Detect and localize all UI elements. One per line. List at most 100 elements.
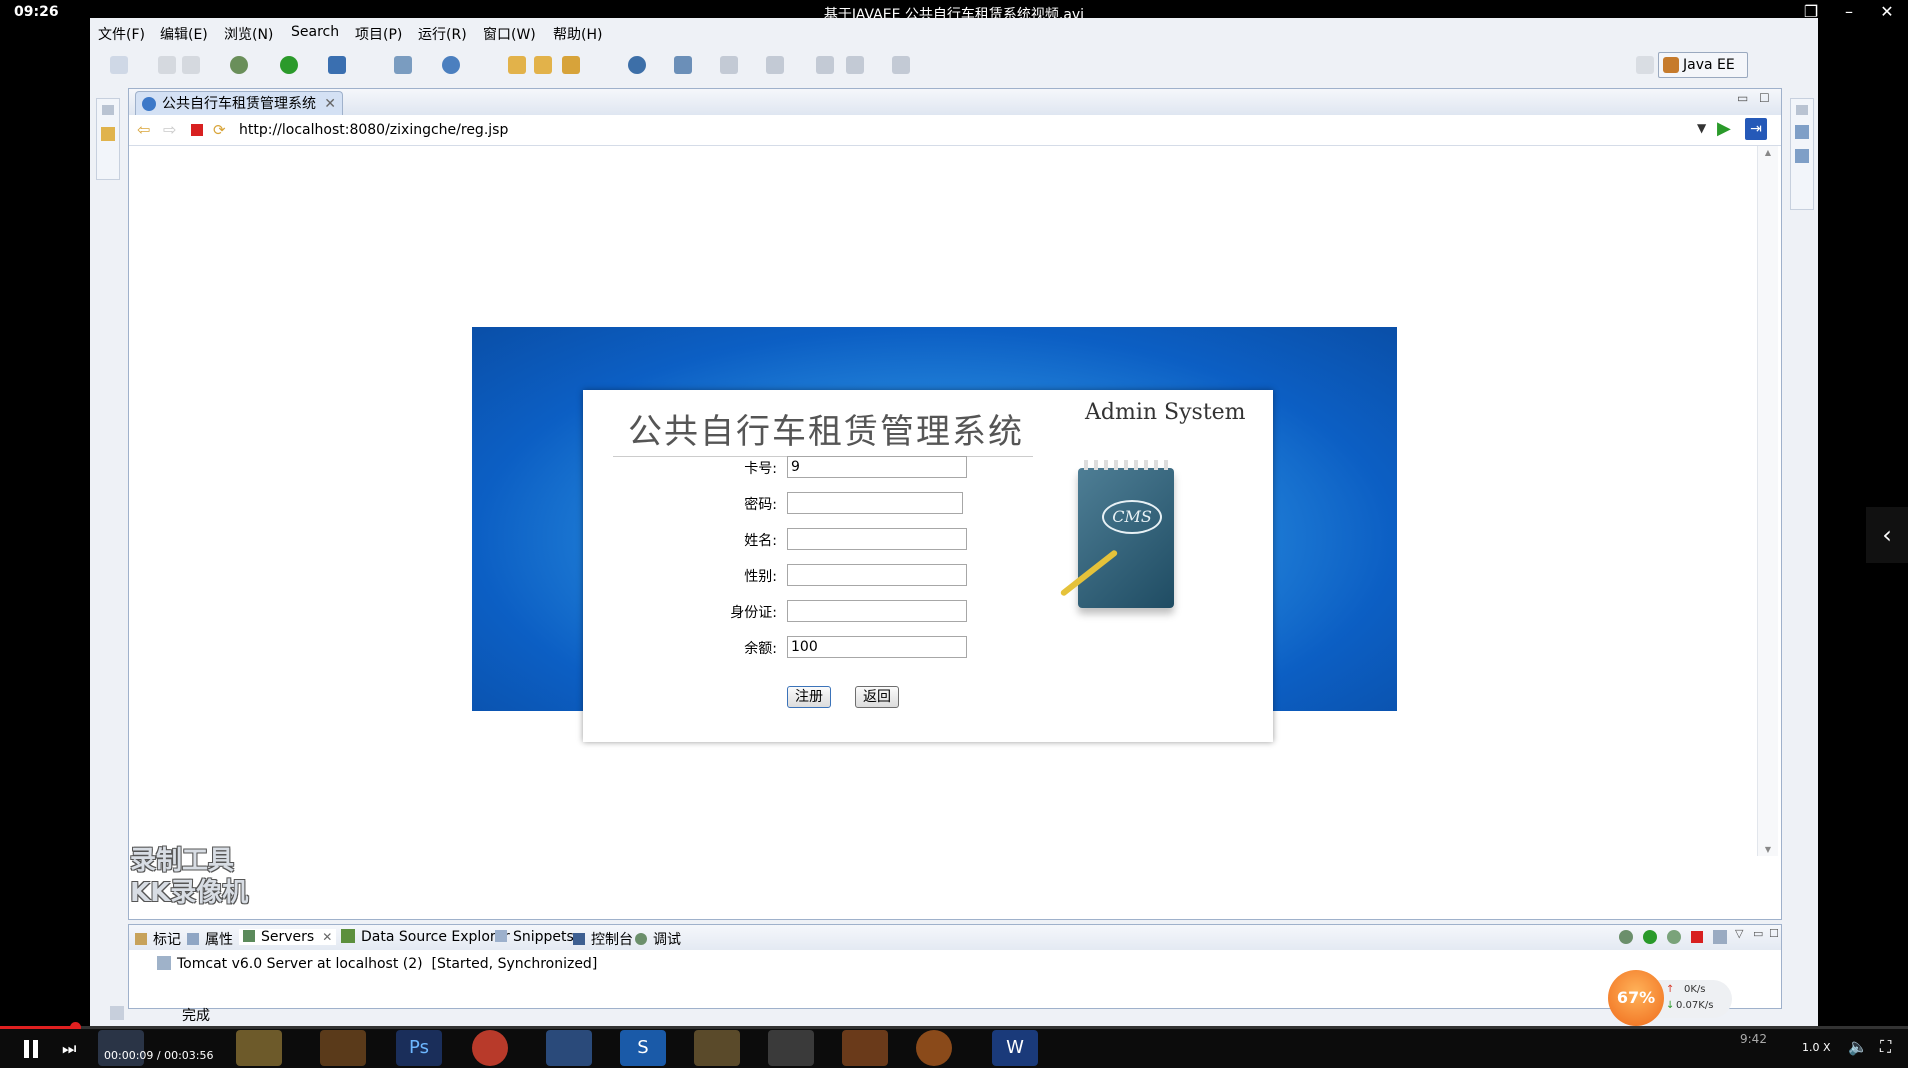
- card-number-input[interactable]: 9: [787, 456, 967, 478]
- forward-arrow-icon[interactable]: ⇨: [163, 120, 176, 139]
- avatar-app-icon[interactable]: [916, 1030, 952, 1066]
- next-icon[interactable]: ⏭: [62, 1039, 76, 1059]
- tab-console[interactable]: 控制台: [573, 929, 633, 949]
- new-server-icon[interactable]: [394, 56, 412, 74]
- vertical-scrollbar[interactable]: ▲ ▼: [1757, 146, 1778, 856]
- save-icon[interactable]: [158, 56, 176, 74]
- minimize-view-icon[interactable]: ▭: [1737, 91, 1748, 105]
- fullscreen-icon[interactable]: ⛶: [1880, 1037, 1891, 1057]
- debug-icon[interactable]: [230, 56, 248, 74]
- last-edit-icon[interactable]: [816, 56, 834, 74]
- network-app-icon[interactable]: [546, 1030, 592, 1066]
- go-icon[interactable]: ▶: [1717, 118, 1731, 139]
- menu-search[interactable]: Search: [291, 24, 339, 40]
- menu-bar: 文件(F) 编辑(E) 浏览(N) Search 项目(P) 运行(R) 窗口(…: [90, 21, 1818, 43]
- menu-navigate[interactable]: 浏览(N): [224, 24, 273, 44]
- next-annotation-icon[interactable]: [720, 56, 738, 74]
- pause-icon[interactable]: [24, 1040, 29, 1058]
- tab-data-source-explorer[interactable]: Data Source Explorer: [341, 929, 510, 945]
- upload-rate: 0K/s: [1684, 984, 1706, 995]
- profile-server-icon[interactable]: [1667, 930, 1681, 944]
- menu-window[interactable]: 窗口(W): [483, 24, 536, 44]
- tools-icon[interactable]: [768, 1030, 814, 1066]
- back-button[interactable]: 返回: [855, 686, 899, 708]
- run-icon[interactable]: [280, 56, 298, 74]
- url-dropdown-icon[interactable]: ▼: [1697, 121, 1706, 135]
- server-row[interactable]: Tomcat v6.0 Server at localhost (2) [Sta…: [157, 956, 597, 972]
- outline-icon[interactable]: [1795, 125, 1809, 139]
- balance-input[interactable]: 100: [787, 636, 967, 658]
- minimize-icon[interactable]: –: [1834, 2, 1864, 21]
- back-arrow-icon[interactable]: ⇦: [137, 120, 150, 139]
- menu-project[interactable]: 项目(P): [355, 24, 402, 44]
- publish-icon[interactable]: [442, 56, 460, 74]
- fast-view-icon[interactable]: [110, 1006, 124, 1020]
- url-input[interactable]: http://localhost:8080/zixingche/reg.jsp: [239, 120, 1429, 140]
- open-resource-icon[interactable]: [534, 56, 552, 74]
- editor-tab[interactable]: 公共自行车租赁管理系统 ✕: [135, 91, 343, 116]
- eclipse-window: 文件(F) 编辑(E) 浏览(N) Search 项目(P) 运行(R) 窗口(…: [90, 18, 1818, 1026]
- close-icon[interactable]: ✕: [1872, 2, 1902, 21]
- publish-server-icon[interactable]: [1713, 930, 1727, 944]
- back-icon[interactable]: [846, 56, 864, 74]
- task-list-icon[interactable]: [1795, 149, 1809, 163]
- skype-icon[interactable]: S: [620, 1030, 666, 1066]
- recorder-app-icon[interactable]: [842, 1030, 888, 1066]
- menu-file[interactable]: 文件(F): [98, 24, 145, 44]
- restore-icon[interactable]: [1796, 105, 1808, 115]
- open-perspective-icon[interactable]: [1636, 56, 1654, 74]
- name-input[interactable]: [787, 528, 967, 550]
- menu-run[interactable]: 运行(R): [418, 24, 467, 44]
- print-icon[interactable]: [182, 56, 200, 74]
- close-tab-icon[interactable]: ✕: [324, 92, 336, 116]
- password-input[interactable]: [787, 492, 963, 514]
- explorer-icon[interactable]: [236, 1030, 282, 1066]
- minimize-view-icon[interactable]: ▭: [1753, 927, 1763, 940]
- maximize-view-icon[interactable]: ☐: [1759, 91, 1770, 105]
- package-explorer-icon[interactable]: [101, 127, 115, 141]
- close-tab-icon[interactable]: ✕: [322, 930, 332, 944]
- restore-icon[interactable]: [102, 105, 114, 115]
- open-type-icon[interactable]: [508, 56, 526, 74]
- menu-help[interactable]: 帮助(H): [553, 24, 602, 44]
- media-player-icon[interactable]: [320, 1030, 366, 1066]
- tab-snippets[interactable]: Snippets: [495, 929, 574, 945]
- tab-servers[interactable]: Servers ✕: [239, 929, 337, 945]
- search-icon[interactable]: [562, 56, 580, 74]
- network-speed-widget[interactable]: ↑ 0K/s ↓ 0.07K/s 67%: [1608, 970, 1732, 1026]
- photoshop-icon[interactable]: Ps: [396, 1030, 442, 1066]
- scroll-down-icon[interactable]: ▼: [1758, 845, 1778, 854]
- view-menu-icon[interactable]: ▽: [1735, 927, 1743, 940]
- web-service-icon[interactable]: [674, 56, 692, 74]
- playback-speed[interactable]: 1.0 X: [1802, 1041, 1831, 1054]
- globe-icon[interactable]: [628, 56, 646, 74]
- id-card-input[interactable]: [787, 600, 967, 622]
- web-page: 公共自行车租赁管理系统 Admin System 卡号: 9 密码: 姓名: 性…: [129, 146, 1754, 856]
- maximize-view-icon[interactable]: ☐: [1769, 927, 1779, 940]
- server-state: [Started, Synchronized]: [431, 956, 598, 972]
- stop-server-icon[interactable]: [1691, 931, 1703, 943]
- refresh-icon[interactable]: ⟳: [213, 121, 226, 139]
- prev-annotation-icon[interactable]: [766, 56, 784, 74]
- tab-markers[interactable]: 标记: [135, 929, 181, 949]
- word-icon[interactable]: W: [992, 1030, 1038, 1066]
- register-button[interactable]: 注册: [787, 686, 831, 708]
- debug-server-icon[interactable]: [1619, 930, 1633, 944]
- volume-icon[interactable]: 🔈: [1848, 1037, 1868, 1056]
- chrome-icon[interactable]: [472, 1030, 508, 1066]
- tab-properties[interactable]: 属性: [187, 929, 233, 949]
- stop-icon[interactable]: [191, 124, 203, 136]
- open-external-icon[interactable]: ⇥: [1745, 118, 1767, 140]
- side-panel-toggle-icon[interactable]: ‹: [1866, 507, 1908, 563]
- tab-debug[interactable]: 调试: [635, 929, 681, 949]
- new-icon[interactable]: [110, 56, 128, 74]
- menu-edit[interactable]: 编辑(E): [160, 24, 208, 44]
- scroll-up-icon[interactable]: ▲: [1758, 148, 1778, 157]
- forward-icon[interactable]: [892, 56, 910, 74]
- folder-icon[interactable]: [694, 1030, 740, 1066]
- balance-label: 余额:: [744, 641, 777, 657]
- external-tools-icon[interactable]: [328, 56, 346, 74]
- gender-input[interactable]: [787, 564, 967, 586]
- perspective-java-ee[interactable]: Java EE: [1658, 52, 1748, 78]
- start-server-icon[interactable]: [1643, 930, 1657, 944]
